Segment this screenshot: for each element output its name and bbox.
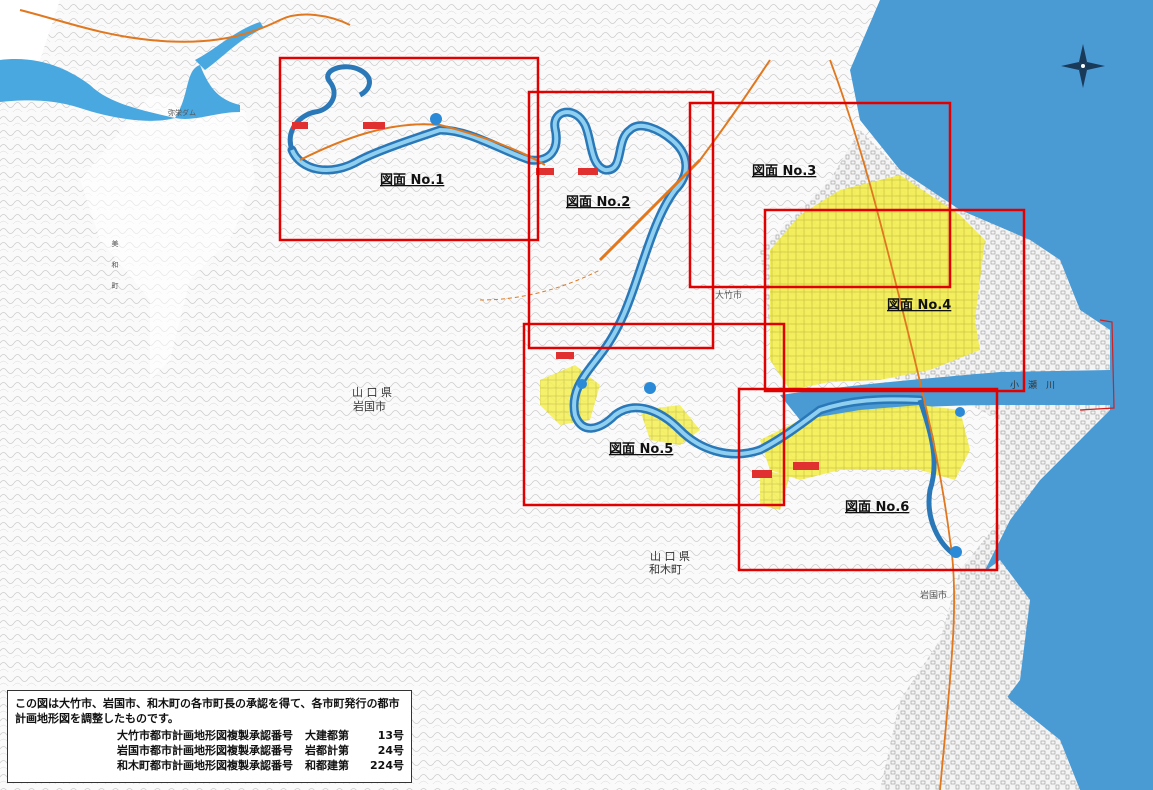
facility-marker	[363, 122, 385, 129]
place-town-label: 和木町	[649, 563, 682, 576]
facility-marker	[793, 462, 819, 470]
dam-label: 弥栄ダム	[168, 108, 196, 117]
place-pref-label: 山 口 県	[650, 550, 690, 563]
sheet-label-2[interactable]: 図面 No.2	[566, 195, 630, 210]
approval-name: 大竹市都市計画地形図複製承認番号	[117, 729, 293, 742]
approval-number-list: 大竹市都市計画地形図複製承認番号 大建都第 13号 岩国市都市計画地形図複製承認…	[15, 728, 404, 773]
sheet-label-5[interactable]: 図面 No.5	[609, 442, 673, 457]
approval-office: 大建都第	[305, 729, 350, 742]
approval-number: 24号	[377, 744, 404, 757]
water-level-station-icon	[644, 382, 656, 394]
approval-row: 大竹市都市計画地形図複製承認番号 大建都第 13号	[117, 728, 404, 743]
sheet-label-3[interactable]: 図面 No.3	[752, 164, 816, 179]
place-city-label: 大竹市	[715, 289, 742, 301]
facility-marker	[556, 352, 574, 359]
facility-marker	[752, 470, 772, 478]
place-pref-label: 山 口 県	[352, 386, 392, 399]
approval-name: 和木町都市計画地形図複製承認番号	[117, 759, 293, 772]
approval-office: 岩都計第	[305, 744, 350, 757]
approval-number: 224号	[370, 759, 404, 772]
approval-name: 岩国市都市計画地形図複製承認番号	[117, 744, 293, 757]
approval-office: 和都建第	[305, 759, 350, 772]
sheet-label-1[interactable]: 図面 No.1	[380, 173, 444, 188]
approval-row: 和木町都市計画地形図複製承認番号 和都建第 224号	[117, 758, 404, 773]
place-town-label: 美 和 町	[111, 239, 119, 289]
place-city-label: 岩国市	[353, 399, 386, 413]
approval-number: 13号	[377, 729, 404, 742]
place-city-label: 岩国市	[920, 589, 947, 601]
facility-marker	[292, 122, 308, 129]
map-canvas: 弥栄ダム 山 口 県 岩国市 山 口 県 和木町 大竹市 岩国市 小 瀬 川 美…	[0, 0, 1153, 790]
water-level-station-icon	[577, 379, 587, 389]
approval-row: 岩国市都市計画地形図複製承認番号 岩都計第 24号	[117, 743, 404, 758]
flood-map: 弥栄ダム 山 口 県 岩国市 山 口 県 和木町 大竹市 岩国市 小 瀬 川 美…	[0, 0, 1153, 790]
notice-intro: この図は大竹市、岩国市、和木町の各市町長の承認を得て、各市町発行の都市計画地形図…	[15, 697, 400, 725]
copyright-notice: この図は大竹市、岩国市、和木町の各市町長の承認を得て、各市町発行の都市計画地形図…	[7, 690, 412, 783]
sheet-label-6[interactable]: 図面 No.6	[845, 500, 909, 515]
water-level-station-icon	[955, 407, 965, 417]
river-label: 小 瀬 川	[1010, 379, 1055, 391]
water-level-station-icon	[950, 546, 962, 558]
facility-marker	[578, 168, 598, 175]
sheet-label-4[interactable]: 図面 No.4	[887, 298, 951, 313]
water-level-station-icon	[430, 113, 442, 125]
